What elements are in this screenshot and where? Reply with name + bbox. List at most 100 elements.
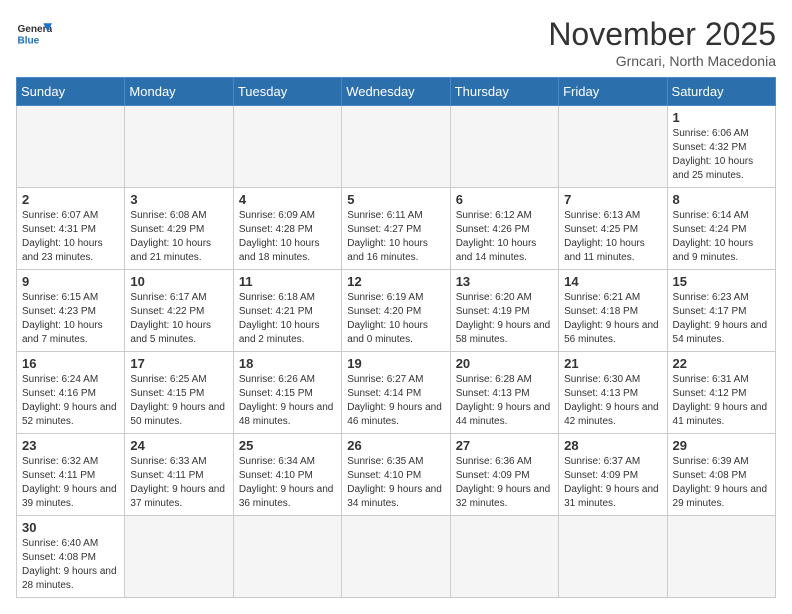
logo: General Blue xyxy=(16,16,52,52)
day-number: 14 xyxy=(564,274,661,289)
weekday-header-saturday: Saturday xyxy=(667,78,775,106)
day-info: Sunrise: 6:21 AM Sunset: 4:18 PM Dayligh… xyxy=(564,291,661,347)
logo-icon: General Blue xyxy=(16,16,52,52)
day-number: 26 xyxy=(347,438,444,453)
day-number: 30 xyxy=(22,520,119,535)
day-number: 10 xyxy=(130,274,227,289)
calendar-cell: 23Sunrise: 6:32 AM Sunset: 4:11 PM Dayli… xyxy=(17,434,125,516)
calendar-cell: 8 Sunrise: 6:14 AM Sunset: 4:24 PM Daylig… xyxy=(667,188,775,270)
calendar-cell: 1 Sunrise: 6:06 AM Sunset: 4:32 PM Daylig… xyxy=(667,106,775,188)
page-header: General Blue November 2025 Grncari, Nort… xyxy=(16,16,776,69)
day-number: 3 xyxy=(130,192,227,207)
weekday-header-thursday: Thursday xyxy=(450,78,558,106)
day-info: Sunrise: 6:13 AM Sunset: 4:25 PM Dayligh… xyxy=(564,209,661,265)
weekday-header-row: SundayMondayTuesdayWednesdayThursdayFrid… xyxy=(17,78,776,106)
calendar-cell: 28 Sunrise: 6:37 AM Sunset: 4:09 PM Dayli… xyxy=(559,434,667,516)
day-info: Sunrise: 6:18 AM Sunset: 4:21 PM Dayligh… xyxy=(239,291,336,347)
day-number: 24 xyxy=(130,438,227,453)
day-info: Sunrise: 6:25 AM Sunset: 4:15 PM Dayligh… xyxy=(130,373,227,429)
calendar-cell: 7 Sunrise: 6:13 AM Sunset: 4:25 PM Daylig… xyxy=(559,188,667,270)
day-info: Sunrise: 6:35 AM Sunset: 4:10 PM Dayligh… xyxy=(347,455,444,511)
day-number: 15 xyxy=(673,274,770,289)
weekday-header-friday: Friday xyxy=(559,78,667,106)
day-number: 2 xyxy=(22,192,119,207)
day-number: 4 xyxy=(239,192,336,207)
day-number: 1 xyxy=(673,110,770,125)
day-info: Sunrise: 6:31 AM Sunset: 4:12 PM Dayligh… xyxy=(673,373,770,429)
calendar-cell: 3Sunrise: 6:08 AM Sunset: 4:29 PM Daylig… xyxy=(125,188,233,270)
calendar-cell xyxy=(450,516,558,598)
svg-text:Blue: Blue xyxy=(17,35,39,46)
calendar-week-row: 16Sunrise: 6:24 AM Sunset: 4:16 PM Dayli… xyxy=(17,352,776,434)
calendar-cell: 6Sunrise: 6:12 AM Sunset: 4:26 PM Daylig… xyxy=(450,188,558,270)
day-number: 12 xyxy=(347,274,444,289)
calendar: SundayMondayTuesdayWednesdayThursdayFrid… xyxy=(16,77,776,598)
day-number: 11 xyxy=(239,274,336,289)
title-block: November 2025 Grncari, North Macedonia xyxy=(548,16,776,69)
calendar-cell: 9 Sunrise: 6:15 AM Sunset: 4:23 PM Daylig… xyxy=(17,270,125,352)
day-info: Sunrise: 6:15 AM Sunset: 4:23 PM Dayligh… xyxy=(22,291,119,347)
calendar-cell xyxy=(559,516,667,598)
day-info: Sunrise: 6:32 AM Sunset: 4:11 PM Dayligh… xyxy=(22,455,119,511)
day-info: Sunrise: 6:19 AM Sunset: 4:20 PM Dayligh… xyxy=(347,291,444,347)
calendar-cell: 15Sunrise: 6:23 AM Sunset: 4:17 PM Dayli… xyxy=(667,270,775,352)
calendar-cell: 25Sunrise: 6:34 AM Sunset: 4:10 PM Dayli… xyxy=(233,434,341,516)
day-number: 28 xyxy=(564,438,661,453)
weekday-header-tuesday: Tuesday xyxy=(233,78,341,106)
day-number: 29 xyxy=(673,438,770,453)
calendar-cell: 18 Sunrise: 6:26 AM Sunset: 4:15 PM Dayli… xyxy=(233,352,341,434)
calendar-cell: 27Sunrise: 6:36 AM Sunset: 4:09 PM Dayli… xyxy=(450,434,558,516)
day-info: Sunrise: 6:26 AM Sunset: 4:15 PM Dayligh… xyxy=(239,373,336,429)
calendar-cell: 16Sunrise: 6:24 AM Sunset: 4:16 PM Dayli… xyxy=(17,352,125,434)
calendar-cell xyxy=(342,106,450,188)
calendar-cell: 20 Sunrise: 6:28 AM Sunset: 4:13 PM Dayli… xyxy=(450,352,558,434)
calendar-cell xyxy=(667,516,775,598)
calendar-cell xyxy=(17,106,125,188)
calendar-cell: 13 Sunrise: 6:20 AM Sunset: 4:19 PM Dayli… xyxy=(450,270,558,352)
day-info: Sunrise: 6:28 AM Sunset: 4:13 PM Dayligh… xyxy=(456,373,553,429)
calendar-cell xyxy=(125,106,233,188)
calendar-cell: 22Sunrise: 6:31 AM Sunset: 4:12 PM Dayli… xyxy=(667,352,775,434)
day-info: Sunrise: 6:06 AM Sunset: 4:32 PM Dayligh… xyxy=(673,127,770,183)
calendar-cell: 19 Sunrise: 6:27 AM Sunset: 4:14 PM Dayli… xyxy=(342,352,450,434)
calendar-cell: 21Sunrise: 6:30 AM Sunset: 4:13 PM Dayli… xyxy=(559,352,667,434)
calendar-week-row: 23Sunrise: 6:32 AM Sunset: 4:11 PM Dayli… xyxy=(17,434,776,516)
day-info: Sunrise: 6:27 AM Sunset: 4:14 PM Dayligh… xyxy=(347,373,444,429)
day-info: Sunrise: 6:34 AM Sunset: 4:10 PM Dayligh… xyxy=(239,455,336,511)
day-info: Sunrise: 6:11 AM Sunset: 4:27 PM Dayligh… xyxy=(347,209,444,265)
calendar-cell: 30Sunrise: 6:40 AM Sunset: 4:08 PM Dayli… xyxy=(17,516,125,598)
calendar-week-row: 2 Sunrise: 6:07 AM Sunset: 4:31 PM Daylig… xyxy=(17,188,776,270)
day-number: 19 xyxy=(347,356,444,371)
day-info: Sunrise: 6:33 AM Sunset: 4:11 PM Dayligh… xyxy=(130,455,227,511)
calendar-cell: 26 Sunrise: 6:35 AM Sunset: 4:10 PM Dayli… xyxy=(342,434,450,516)
location: Grncari, North Macedonia xyxy=(548,53,776,69)
day-number: 7 xyxy=(564,192,661,207)
calendar-cell: 14 Sunrise: 6:21 AM Sunset: 4:18 PM Dayli… xyxy=(559,270,667,352)
day-info: Sunrise: 6:30 AM Sunset: 4:13 PM Dayligh… xyxy=(564,373,661,429)
day-info: Sunrise: 6:24 AM Sunset: 4:16 PM Dayligh… xyxy=(22,373,119,429)
day-info: Sunrise: 6:36 AM Sunset: 4:09 PM Dayligh… xyxy=(456,455,553,511)
day-number: 5 xyxy=(347,192,444,207)
calendar-cell: 4Sunrise: 6:09 AM Sunset: 4:28 PM Daylig… xyxy=(233,188,341,270)
weekday-header-monday: Monday xyxy=(125,78,233,106)
calendar-week-row: 1 Sunrise: 6:06 AM Sunset: 4:32 PM Daylig… xyxy=(17,106,776,188)
day-number: 9 xyxy=(22,274,119,289)
calendar-cell: 29Sunrise: 6:39 AM Sunset: 4:08 PM Dayli… xyxy=(667,434,775,516)
calendar-cell xyxy=(233,516,341,598)
calendar-cell xyxy=(233,106,341,188)
day-number: 18 xyxy=(239,356,336,371)
calendar-cell: 24 Sunrise: 6:33 AM Sunset: 4:11 PM Dayli… xyxy=(125,434,233,516)
day-number: 20 xyxy=(456,356,553,371)
day-info: Sunrise: 6:14 AM Sunset: 4:24 PM Dayligh… xyxy=(673,209,770,265)
calendar-cell xyxy=(450,106,558,188)
day-number: 6 xyxy=(456,192,553,207)
day-info: Sunrise: 6:20 AM Sunset: 4:19 PM Dayligh… xyxy=(456,291,553,347)
day-number: 8 xyxy=(673,192,770,207)
day-number: 13 xyxy=(456,274,553,289)
weekday-header-sunday: Sunday xyxy=(17,78,125,106)
calendar-cell xyxy=(559,106,667,188)
day-info: Sunrise: 6:07 AM Sunset: 4:31 PM Dayligh… xyxy=(22,209,119,265)
calendar-week-row: 9 Sunrise: 6:15 AM Sunset: 4:23 PM Daylig… xyxy=(17,270,776,352)
calendar-week-row: 30Sunrise: 6:40 AM Sunset: 4:08 PM Dayli… xyxy=(17,516,776,598)
day-info: Sunrise: 6:37 AM Sunset: 4:09 PM Dayligh… xyxy=(564,455,661,511)
